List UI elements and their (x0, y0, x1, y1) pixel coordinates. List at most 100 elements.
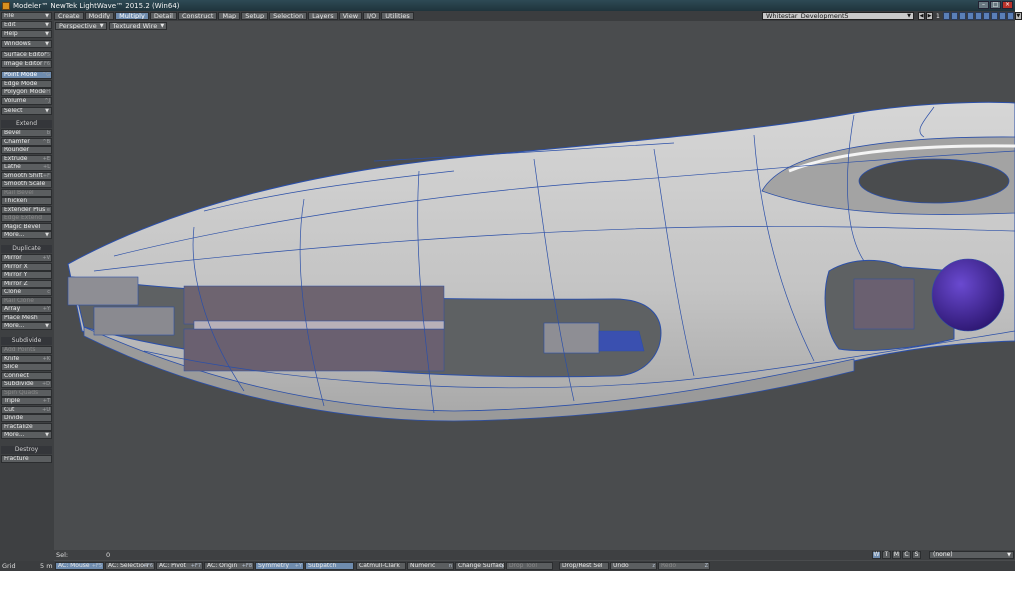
layer-button-7[interactable] (990, 12, 998, 20)
tool-divide-button[interactable]: Divide (1, 414, 52, 422)
button-label: Catmull-Clark (359, 562, 400, 569)
projection-dropdown[interactable]: Perspective (55, 22, 107, 30)
layer-button-9[interactable] (1006, 12, 1014, 20)
tool-mirror-x-button[interactable]: Mirror X (1, 262, 52, 271)
select-mode-c-button[interactable]: C (902, 551, 911, 559)
ac-mouse-button[interactable]: AC: Mouse +F5 (55, 562, 104, 570)
ac-selection-button[interactable]: AC: Selection +F6 (105, 562, 155, 570)
tool-slice-button[interactable]: Slice (1, 363, 52, 371)
tab-create[interactable]: Create (54, 12, 84, 20)
layer-button-5[interactable] (974, 12, 982, 20)
surface-editor-button[interactable]: Surface Editor F5 (1, 51, 52, 59)
tool-thicken-button[interactable]: Thicken (1, 197, 52, 205)
select-mode-m-button[interactable]: M (892, 551, 901, 559)
image-editor-button[interactable]: Image Editor F6 (1, 60, 52, 68)
minimize-icon[interactable]: – (978, 1, 989, 9)
windows-menu[interactable]: Windows (1, 40, 52, 48)
ac-pivot-button[interactable]: AC: Pivot +F7 (156, 562, 203, 570)
surface-dropdown[interactable]: (none) (929, 551, 1014, 559)
layer-button-6[interactable] (982, 12, 990, 20)
tool-extender-plus-button[interactable]: Extender Plus e (1, 205, 52, 214)
help-menu[interactable]: Help (1, 30, 52, 38)
tab-multiply[interactable]: Multiply (115, 12, 149, 20)
catmull-clark-button[interactable]: Catmull-Clark (356, 562, 406, 570)
tool-more-button[interactable]: More... (1, 322, 52, 330)
select-mode-w-button[interactable]: W (872, 551, 881, 559)
tab-layers[interactable]: Layers (308, 12, 338, 20)
tool-more-button[interactable]: More... (1, 431, 52, 439)
numeric-button[interactable]: Numeric n (407, 562, 454, 570)
tool-bevel-button[interactable]: Bevel b (1, 129, 52, 137)
file-menu[interactable]: File (1, 12, 52, 20)
tool-add-points-button[interactable]: Add Points (1, 346, 52, 354)
layer-button-8[interactable] (998, 12, 1006, 20)
tool-extrude-button[interactable]: Extrude +E (1, 154, 52, 163)
layer-button-4[interactable] (966, 12, 974, 20)
button-label: Drop/Rest Sel (562, 562, 603, 569)
layer-button-2[interactable] (950, 12, 958, 20)
tab-map[interactable]: Map (218, 12, 241, 20)
tab-io[interactable]: I/O (363, 12, 381, 20)
tab-view[interactable]: View (338, 12, 363, 20)
tool-cut-button[interactable]: Cut +U (1, 405, 52, 414)
tool-fracture-button[interactable]: Fracture (1, 455, 52, 463)
tool-lathe-button[interactable]: Lathe +L (1, 163, 52, 171)
tool-clone-button[interactable]: Clone c (1, 288, 52, 296)
change-surface-button[interactable]: Change Surface q (455, 562, 505, 570)
tab-construct[interactable]: Construct (177, 12, 218, 20)
document-dropdown[interactable]: Whitestar_Development5 (762, 12, 914, 20)
edit-menu[interactable]: Edit (1, 21, 52, 29)
subpatch-button[interactable]: Subpatch (305, 562, 354, 570)
tab-selection[interactable]: Selection (269, 12, 308, 20)
render-mode-dropdown[interactable]: Textured Wire (108, 22, 168, 30)
volume-button[interactable]: Volume ^J (1, 97, 52, 105)
perspective-viewport[interactable]: ✥ ⟳ ⌕ ▢ (54, 31, 1015, 549)
tool-array-button[interactable]: Array +Y (1, 305, 52, 313)
tool-chamfer-button[interactable]: Chamfer ^B (1, 137, 52, 146)
tab-detail[interactable]: Detail (149, 12, 177, 20)
tool-mirror-button[interactable]: Mirror +V (1, 254, 52, 262)
drop-tool-button[interactable]: Drop Tool (506, 562, 553, 570)
tool-rounder-button[interactable]: Rounder (1, 146, 52, 154)
layer-prev-icon[interactable]: ◀ (918, 12, 925, 20)
ac-origin-button[interactable]: AC: Origin +F8 (204, 562, 254, 570)
tab-modify[interactable]: Modify (84, 12, 115, 20)
tool-spin-quads-button[interactable]: Spin Quads (1, 388, 52, 397)
point-mode-button[interactable]: Point Mode ^G (1, 71, 52, 79)
tool-label: Slice (4, 363, 19, 370)
tool-rail-clone-button[interactable]: Rail Clone (1, 296, 52, 305)
tool-fractalize-button[interactable]: Fractalize (1, 422, 52, 431)
close-icon[interactable]: × (1002, 1, 1013, 9)
tool-mirror-y-button[interactable]: Mirror Y (1, 271, 52, 279)
tool-smooth-scale-button[interactable]: Smooth Scale (1, 180, 52, 188)
edge-mode-button[interactable]: Edge Mode (1, 80, 52, 88)
maximize-icon[interactable]: □ (990, 1, 1001, 9)
tool-smooth-shift-button[interactable]: Smooth Shift +F (1, 171, 52, 180)
tool-rail-bevel-button[interactable]: Rail Bevel (1, 188, 52, 197)
tool-knife-button[interactable]: Knife +K (1, 354, 52, 363)
select-mode-s-button[interactable]: S (912, 551, 921, 559)
select-mode-t-button[interactable]: T (882, 551, 891, 559)
button-label: Redo (661, 562, 677, 569)
tool-mirror-z-button[interactable]: Mirror Z (1, 279, 52, 288)
tool-more-button[interactable]: More... (1, 231, 52, 239)
tool-edge-extend-button[interactable]: Edge Extend (1, 214, 52, 222)
tool-subdivide-button[interactable]: Subdivide +D (1, 380, 52, 388)
tool-place-mesh-button[interactable]: Place Mesh (1, 313, 52, 322)
layer-menu-icon[interactable]: ▼ (1014, 12, 1022, 20)
drop-rest-sel-button[interactable]: Drop/Rest Sel (559, 562, 609, 570)
redo-button[interactable]: Redo Z (658, 562, 710, 570)
polygon-mode-button[interactable]: Polygon Mode ^H (1, 88, 52, 96)
layer-next-icon[interactable]: ▶ (926, 12, 933, 20)
tool-magic-bevel-button[interactable]: Magic Bevel (1, 222, 52, 231)
tool-triple-button[interactable]: Triple +T (1, 397, 52, 405)
undo-button[interactable]: Undo z (610, 562, 657, 570)
symmetry-button[interactable]: Symmetry +Y (255, 562, 304, 570)
select-menu[interactable]: Select (1, 107, 52, 115)
layer-button-1[interactable] (942, 12, 950, 20)
tool-connect-button[interactable]: Connect (1, 371, 52, 380)
tab-utilities[interactable]: Utilities (381, 12, 414, 20)
grid-value: 5 m (40, 562, 53, 570)
layer-button-3[interactable] (958, 12, 966, 20)
tab-setup[interactable]: Setup (241, 12, 269, 20)
